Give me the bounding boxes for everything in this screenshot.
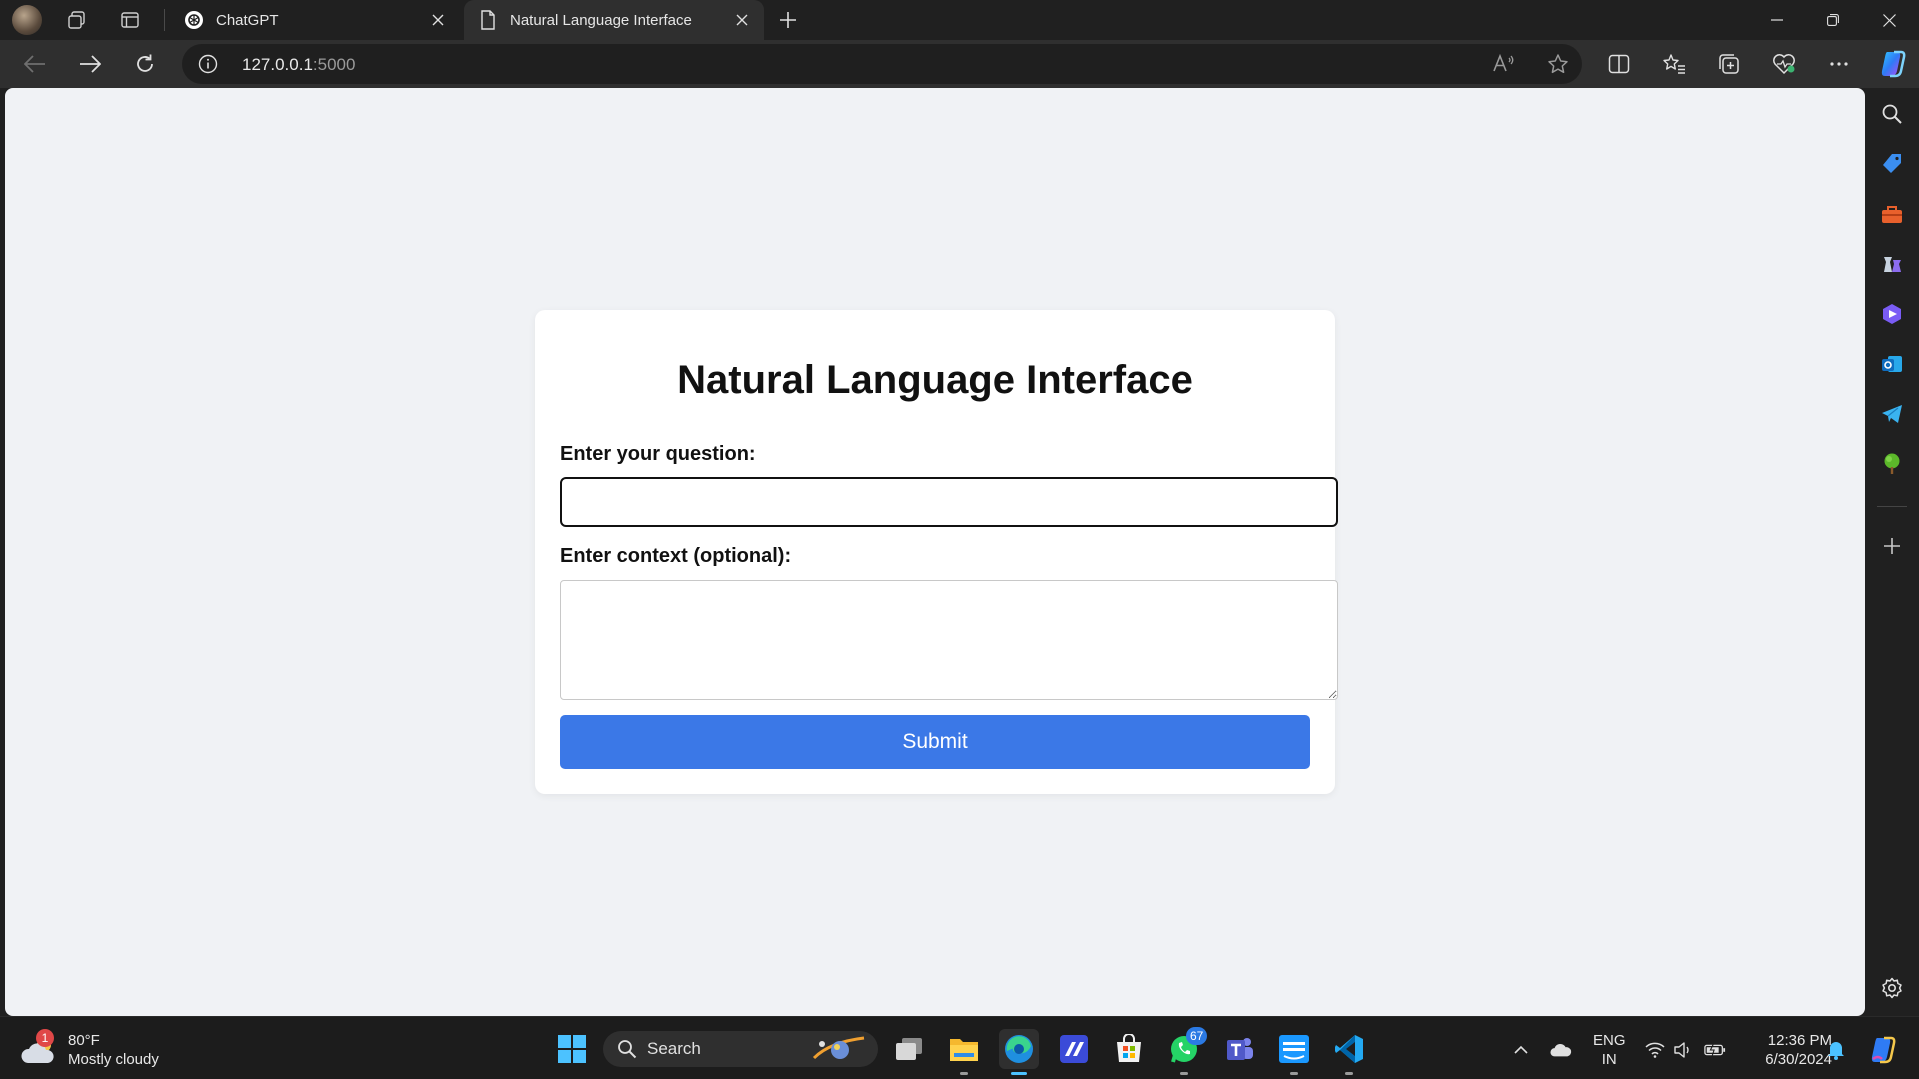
tab-separator [164, 9, 165, 31]
submit-button[interactable]: Submit [560, 715, 1310, 769]
page-icon [478, 10, 498, 30]
tree-icon[interactable] [1874, 446, 1910, 482]
sidebar-separator [1877, 506, 1907, 507]
form-card: Natural Language Interface Enter your qu… [535, 310, 1338, 794]
weather-temp: 80°F [68, 1032, 100, 1049]
task-view-icon[interactable] [889, 1029, 929, 1069]
page-viewport: Natural Language Interface Enter your qu… [5, 88, 1865, 1016]
url-port: :5000 [312, 55, 356, 74]
copilot-icon[interactable] [1873, 46, 1913, 82]
browser-toolbar: 127.0.0.1:5000 [0, 40, 1919, 88]
close-tab-icon[interactable] [424, 6, 452, 34]
windows-start-icon[interactable] [552, 1029, 592, 1069]
games-icon[interactable] [1874, 246, 1910, 282]
tab-chatgpt[interactable]: ChatGPT [170, 0, 460, 40]
search-icon[interactable] [1874, 96, 1910, 132]
copilot-designer-icon[interactable] [1874, 296, 1910, 332]
search-label: Search [647, 1039, 701, 1058]
copilot-icon[interactable] [1868, 1035, 1898, 1065]
close-window-icon[interactable] [1861, 0, 1917, 40]
weather-condition: Mostly cloudy [68, 1051, 159, 1068]
profile-avatar[interactable] [12, 5, 42, 35]
page-title: Natural Language Interface [677, 358, 1193, 402]
favorites-icon[interactable] [1654, 46, 1694, 82]
toolbox-icon[interactable] [1874, 196, 1910, 232]
refresh-icon[interactable] [125, 46, 165, 82]
favorite-star-icon[interactable] [1538, 48, 1578, 80]
battery-icon[interactable] [1704, 1039, 1726, 1061]
shopping-tag-icon[interactable] [1874, 146, 1910, 182]
tab-title: ChatGPT [216, 11, 279, 29]
running-indicator [1345, 1072, 1353, 1075]
teams-icon[interactable] [1219, 1029, 1259, 1069]
tab-natural-language-interface[interactable]: Natural Language Interface [464, 0, 764, 40]
file-explorer-icon[interactable] [944, 1029, 984, 1075]
taskbar-search[interactable]: Search [603, 1031, 878, 1067]
workspaces-icon[interactable] [59, 4, 95, 36]
running-indicator [1290, 1072, 1298, 1075]
url-host: 127.0.0.1 [242, 55, 313, 74]
address-bar[interactable]: 127.0.0.1:5000 [182, 44, 1582, 84]
question-input[interactable] [560, 477, 1338, 527]
vscode-icon[interactable] [1329, 1029, 1369, 1075]
prime-video-icon[interactable] [1274, 1029, 1314, 1075]
tab-strip: ChatGPT Natural Language Interface [0, 0, 1919, 40]
browser-essentials-icon[interactable] [1764, 46, 1804, 82]
onedrive-icon[interactable] [1550, 1039, 1572, 1061]
volume-icon[interactable] [1672, 1039, 1694, 1061]
windows-taskbar: 1 80°F Mostly cloudy Search 67 ENG IN 12… [0, 1016, 1919, 1079]
rider-app-icon[interactable] [1054, 1029, 1094, 1069]
question-label: Enter your question: [560, 443, 756, 465]
active-indicator [1011, 1072, 1027, 1075]
minimize-icon[interactable] [1749, 0, 1805, 40]
read-aloud-icon[interactable] [1484, 48, 1524, 80]
forward-icon[interactable] [70, 46, 110, 82]
split-screen-icon[interactable] [1599, 46, 1639, 82]
clock[interactable]: 12:36 PM 6/30/2024 [1740, 1031, 1832, 1069]
show-hidden-icons-icon[interactable] [1510, 1039, 1532, 1061]
cloud-icon: 1 [20, 1029, 60, 1067]
close-tab-icon[interactable] [728, 6, 756, 34]
microsoft-store-icon[interactable] [1109, 1029, 1149, 1069]
url-text[interactable]: 127.0.0.1:5000 [242, 55, 355, 75]
language-line1: ENG [1593, 1032, 1626, 1049]
notification-bell-icon[interactable] [1825, 1039, 1847, 1061]
back-icon[interactable] [15, 46, 55, 82]
collections-icon[interactable] [1709, 46, 1749, 82]
language-indicator[interactable]: ENG IN [1593, 1031, 1626, 1069]
restore-icon[interactable] [1805, 0, 1861, 40]
add-icon[interactable] [1874, 528, 1910, 564]
whatsapp-icon[interactable]: 67 [1164, 1027, 1208, 1075]
settings-icon[interactable] [1874, 970, 1910, 1006]
tab-title: Natural Language Interface [510, 11, 692, 29]
edge-sidebar [1865, 88, 1919, 1016]
weather-widget[interactable]: 1 80°F Mostly cloudy [20, 1029, 159, 1069]
vertical-tabs-icon[interactable] [112, 4, 148, 36]
search-icon [617, 1039, 637, 1059]
context-label: Enter context (optional): [560, 545, 792, 567]
weather-badge: 1 [36, 1029, 54, 1047]
clock-time: 12:36 PM [1767, 1032, 1832, 1049]
more-options-icon[interactable] [1819, 46, 1859, 82]
outlook-icon[interactable] [1874, 346, 1910, 382]
new-tab-icon[interactable] [770, 4, 806, 36]
language-line2: IN [1601, 1051, 1617, 1068]
running-indicator [960, 1072, 968, 1075]
clock-date: 6/30/2024 [1765, 1051, 1832, 1068]
wifi-icon[interactable] [1644, 1039, 1666, 1061]
edge-icon[interactable] [999, 1029, 1039, 1075]
search-highlight-icon [810, 1034, 868, 1064]
running-indicator [1180, 1072, 1188, 1075]
context-textarea[interactable] [560, 580, 1338, 700]
chatgpt-icon [184, 10, 204, 30]
telegram-icon[interactable] [1874, 396, 1910, 432]
site-info-icon[interactable] [198, 54, 218, 74]
whatsapp-badge: 67 [1186, 1027, 1208, 1045]
